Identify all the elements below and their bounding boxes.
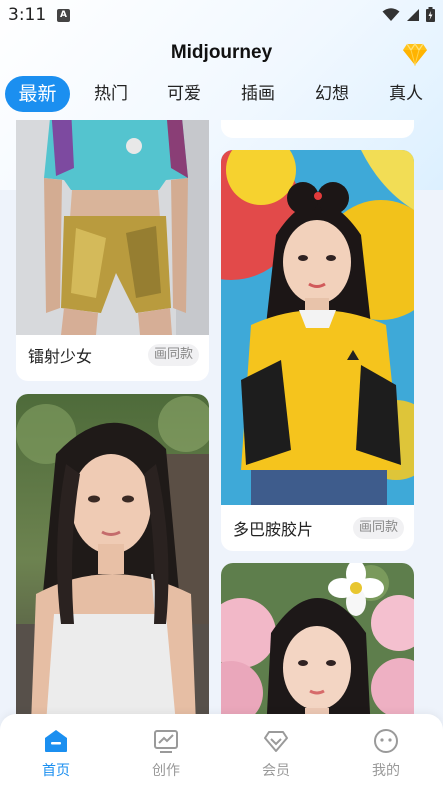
battery-icon xyxy=(426,7,435,22)
draw-same-button[interactable]: 画同款 xyxy=(147,344,199,366)
tab-latest[interactable]: 最新 xyxy=(5,76,70,112)
status-icons xyxy=(382,7,435,22)
wifi-icon xyxy=(382,7,400,21)
tab-fantasy[interactable]: 幻想 xyxy=(305,76,359,112)
nav-home-label: 首页 xyxy=(42,763,70,779)
category-tabs: 最新 热门 可爱 插画 幻想 真人 xyxy=(0,76,443,112)
vip-diamond-icon xyxy=(264,731,288,752)
card-image[interactable] xyxy=(221,563,414,718)
card-image[interactable] xyxy=(16,394,209,718)
image-card[interactable]: 镭射少女 画同款 xyxy=(16,120,209,381)
image-card[interactable] xyxy=(221,120,414,138)
tab-cute[interactable]: 可爱 xyxy=(157,76,211,112)
nav-create[interactable]: 创作 xyxy=(111,714,221,789)
card-image[interactable] xyxy=(16,120,209,335)
nav-create-label: 创作 xyxy=(152,763,180,779)
profile-face-icon xyxy=(374,729,398,753)
image-card[interactable]: 多巴胺胶片 画同款 xyxy=(221,150,414,551)
tab-popular[interactable]: 热门 xyxy=(84,76,138,112)
tab-illustration[interactable]: 插画 xyxy=(231,76,285,112)
status-time: 3:11 xyxy=(8,5,47,25)
card-title: 多巴胺胶片 xyxy=(233,520,314,539)
draw-same-button[interactable]: 画同款 xyxy=(352,517,404,539)
nav-home[interactable]: 首页 xyxy=(1,714,111,789)
app-title: Midjourney xyxy=(170,42,273,63)
create-chart-icon xyxy=(154,730,178,753)
image-feed[interactable]: 镭射少女 画同款 多巴胺胶片 画同款 xyxy=(0,120,443,718)
nav-vip[interactable]: 会员 xyxy=(221,714,331,789)
signal-icon xyxy=(407,8,419,21)
home-icon xyxy=(45,730,67,752)
tab-real-person[interactable]: 真人 xyxy=(379,76,433,112)
image-card[interactable] xyxy=(16,394,209,718)
card-title: 镭射少女 xyxy=(28,347,93,366)
vip-diamond-icon[interactable] xyxy=(402,42,428,70)
bottom-navigation: 首页 创作 会员 我的 xyxy=(0,714,443,789)
nav-profile[interactable]: 我的 xyxy=(331,714,441,789)
card-image[interactable] xyxy=(221,150,414,505)
notification-icon: A xyxy=(57,9,70,22)
status-bar: 3:11 A xyxy=(0,0,443,32)
image-card[interactable] xyxy=(221,563,414,718)
nav-profile-label: 我的 xyxy=(372,763,400,779)
nav-vip-label: 会员 xyxy=(262,763,290,779)
